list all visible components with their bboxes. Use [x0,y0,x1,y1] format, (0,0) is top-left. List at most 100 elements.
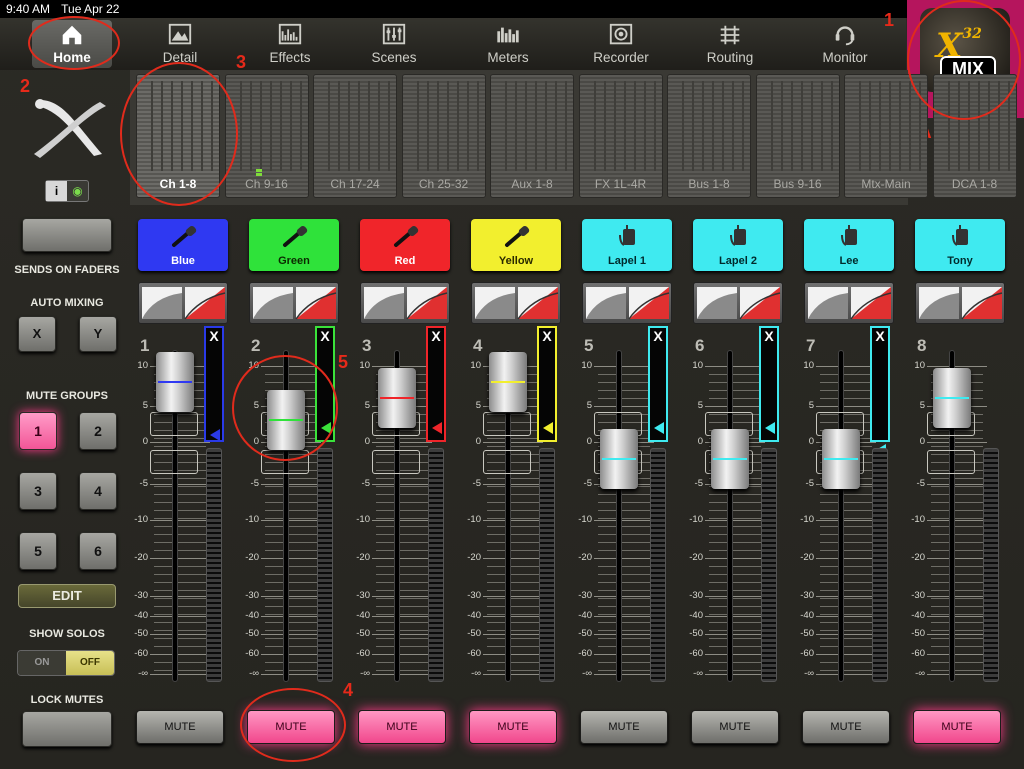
fader-minor-tick [598,374,650,375]
fader-scale-label: -20 [245,552,259,563]
dca-indicator[interactable]: X [315,326,335,442]
mute-group-2-button[interactable]: 2 [79,412,117,450]
bank-tab-4[interactable]: Ch 25-32 [401,74,486,198]
bank-tab-5[interactable]: Aux 1-8 [490,74,574,198]
channel-fader[interactable] [489,352,527,412]
bank-tab-9[interactable]: Mtx-Main [844,74,928,198]
channel-fader[interactable] [378,368,416,428]
channel-name-button[interactable]: Yellow [471,219,561,271]
info-connection-toggle[interactable]: i ◉ [45,180,89,202]
channel-fader[interactable] [711,428,749,489]
fader-minor-tick [598,598,650,599]
fader-scale-label: -5 [583,478,592,489]
mute-group-1-button[interactable]: 1 [19,412,57,450]
tab-label: Meters [487,50,529,65]
tab-recorder[interactable]: Recorder [576,20,666,68]
dca-indicator[interactable]: X [426,326,446,442]
lock-mutes-button[interactable] [22,711,112,747]
dca-x-label: X [653,328,663,344]
dca-indicator[interactable]: X [204,326,224,442]
tab-effects[interactable]: Effects [248,20,332,68]
bank-tab-7[interactable]: Bus 1-8 [667,74,751,198]
bank-tab-3[interactable]: Ch 17-24 [313,74,397,198]
unity-marker [150,412,198,436]
mute-button[interactable]: MUTE [247,710,335,744]
tab-home[interactable]: Home [32,20,112,68]
dynamics-button[interactable] [360,282,450,324]
fader-minor-tick [598,398,650,399]
channel-fader[interactable] [933,368,971,428]
channel-fader[interactable] [156,352,194,412]
mute-button[interactable]: MUTE [691,710,779,744]
mute-group-6-button[interactable]: 6 [79,532,117,570]
dca-indicator[interactable]: X [537,326,557,442]
mute-button[interactable]: MUTE [136,710,224,744]
mute-group-5-button[interactable]: 5 [19,532,57,570]
dynamics-button[interactable] [693,282,783,324]
auto-mix-y-button[interactable]: Y [79,316,117,352]
show-solos-toggle[interactable]: ON OFF [17,650,115,676]
mute-button[interactable]: MUTE [358,710,446,744]
dynamics-button[interactable] [471,282,561,324]
mute-group-3-button[interactable]: 3 [19,472,57,510]
mute-button[interactable]: MUTE [469,710,557,744]
fader-minor-tick [931,478,983,479]
mute-button[interactable]: MUTE [802,710,890,744]
tab-routing[interactable]: Routing [690,20,770,68]
bank-tab-1[interactable]: Ch 1-8 [136,74,220,198]
level-meter [761,448,777,682]
fader-scale-tick [150,484,210,485]
dca-indicator[interactable]: X [648,326,668,442]
dca-indicator[interactable]: X [759,326,779,442]
channel-name-button[interactable]: Lee [804,219,894,271]
channel-name-button[interactable]: Lapel 1 [582,219,672,271]
edit-button[interactable]: EDIT [18,584,116,608]
tab-scenes[interactable]: Scenes [352,20,436,68]
dynamics-button[interactable] [249,282,339,324]
sends-on-faders-button[interactable] [22,218,112,252]
fader-minor-tick [931,670,983,671]
channel-name-button[interactable]: Blue [138,219,228,271]
fader-track [616,350,622,682]
dynamics-button[interactable] [915,282,1005,324]
solos-on-option[interactable]: ON [18,651,66,675]
fader-scale-tick [372,674,432,675]
channel-name-button[interactable]: Lapel 2 [693,219,783,271]
channel-fader[interactable] [822,428,860,489]
tab-detail[interactable]: Detail [138,20,222,68]
tab-monitor[interactable]: Monitor [800,20,890,68]
fader-scale-tick [483,520,543,521]
dynamics-button[interactable] [804,282,894,324]
fader-scale-tick [483,674,543,675]
fader-minor-tick [376,598,428,599]
fader-scale-tick [483,616,543,617]
channel-strip-1: Blue 1 10 5 0 -5 -10 -20 -30 -40 -50 -60 -∞ X MUTE [134,216,230,746]
fader-minor-tick [487,670,539,671]
mute-button[interactable]: MUTE [913,710,1001,744]
bank-meter-grid [231,81,302,171]
fader-minor-tick [820,542,872,543]
bank-tab-8[interactable]: Bus 9-16 [755,74,840,198]
fader-scale-label: -30 [578,590,592,601]
auto-mix-x-button[interactable]: X [18,316,56,352]
fader-scale-tick [705,596,765,597]
bank-tab-6[interactable]: FX 1L-4R [578,74,663,198]
channel-name-button[interactable]: Tony [915,219,1005,271]
channel-name-button[interactable]: Green [249,219,339,271]
bank-tab-10[interactable]: DCA 1-8 [932,74,1017,198]
dynamics-button[interactable] [138,282,228,324]
dca-indicator[interactable]: X [870,326,890,457]
mute-button[interactable]: MUTE [580,710,668,744]
channel-fader[interactable] [267,390,305,451]
channel-name-button[interactable]: Red [360,219,450,271]
fader-minor-tick [265,558,317,559]
dynamics-button[interactable] [582,282,672,324]
fader-minor-tick [709,598,761,599]
tab-meters[interactable]: Meters [466,20,550,68]
solos-off-option[interactable]: OFF [66,651,114,675]
fader-minor-tick [598,670,650,671]
fader-scale-label: -40 [356,610,370,621]
channel-fader[interactable] [600,428,638,489]
bank-tab-2[interactable]: Ch 9-16 [224,74,309,198]
mute-group-4-button[interactable]: 4 [79,472,117,510]
